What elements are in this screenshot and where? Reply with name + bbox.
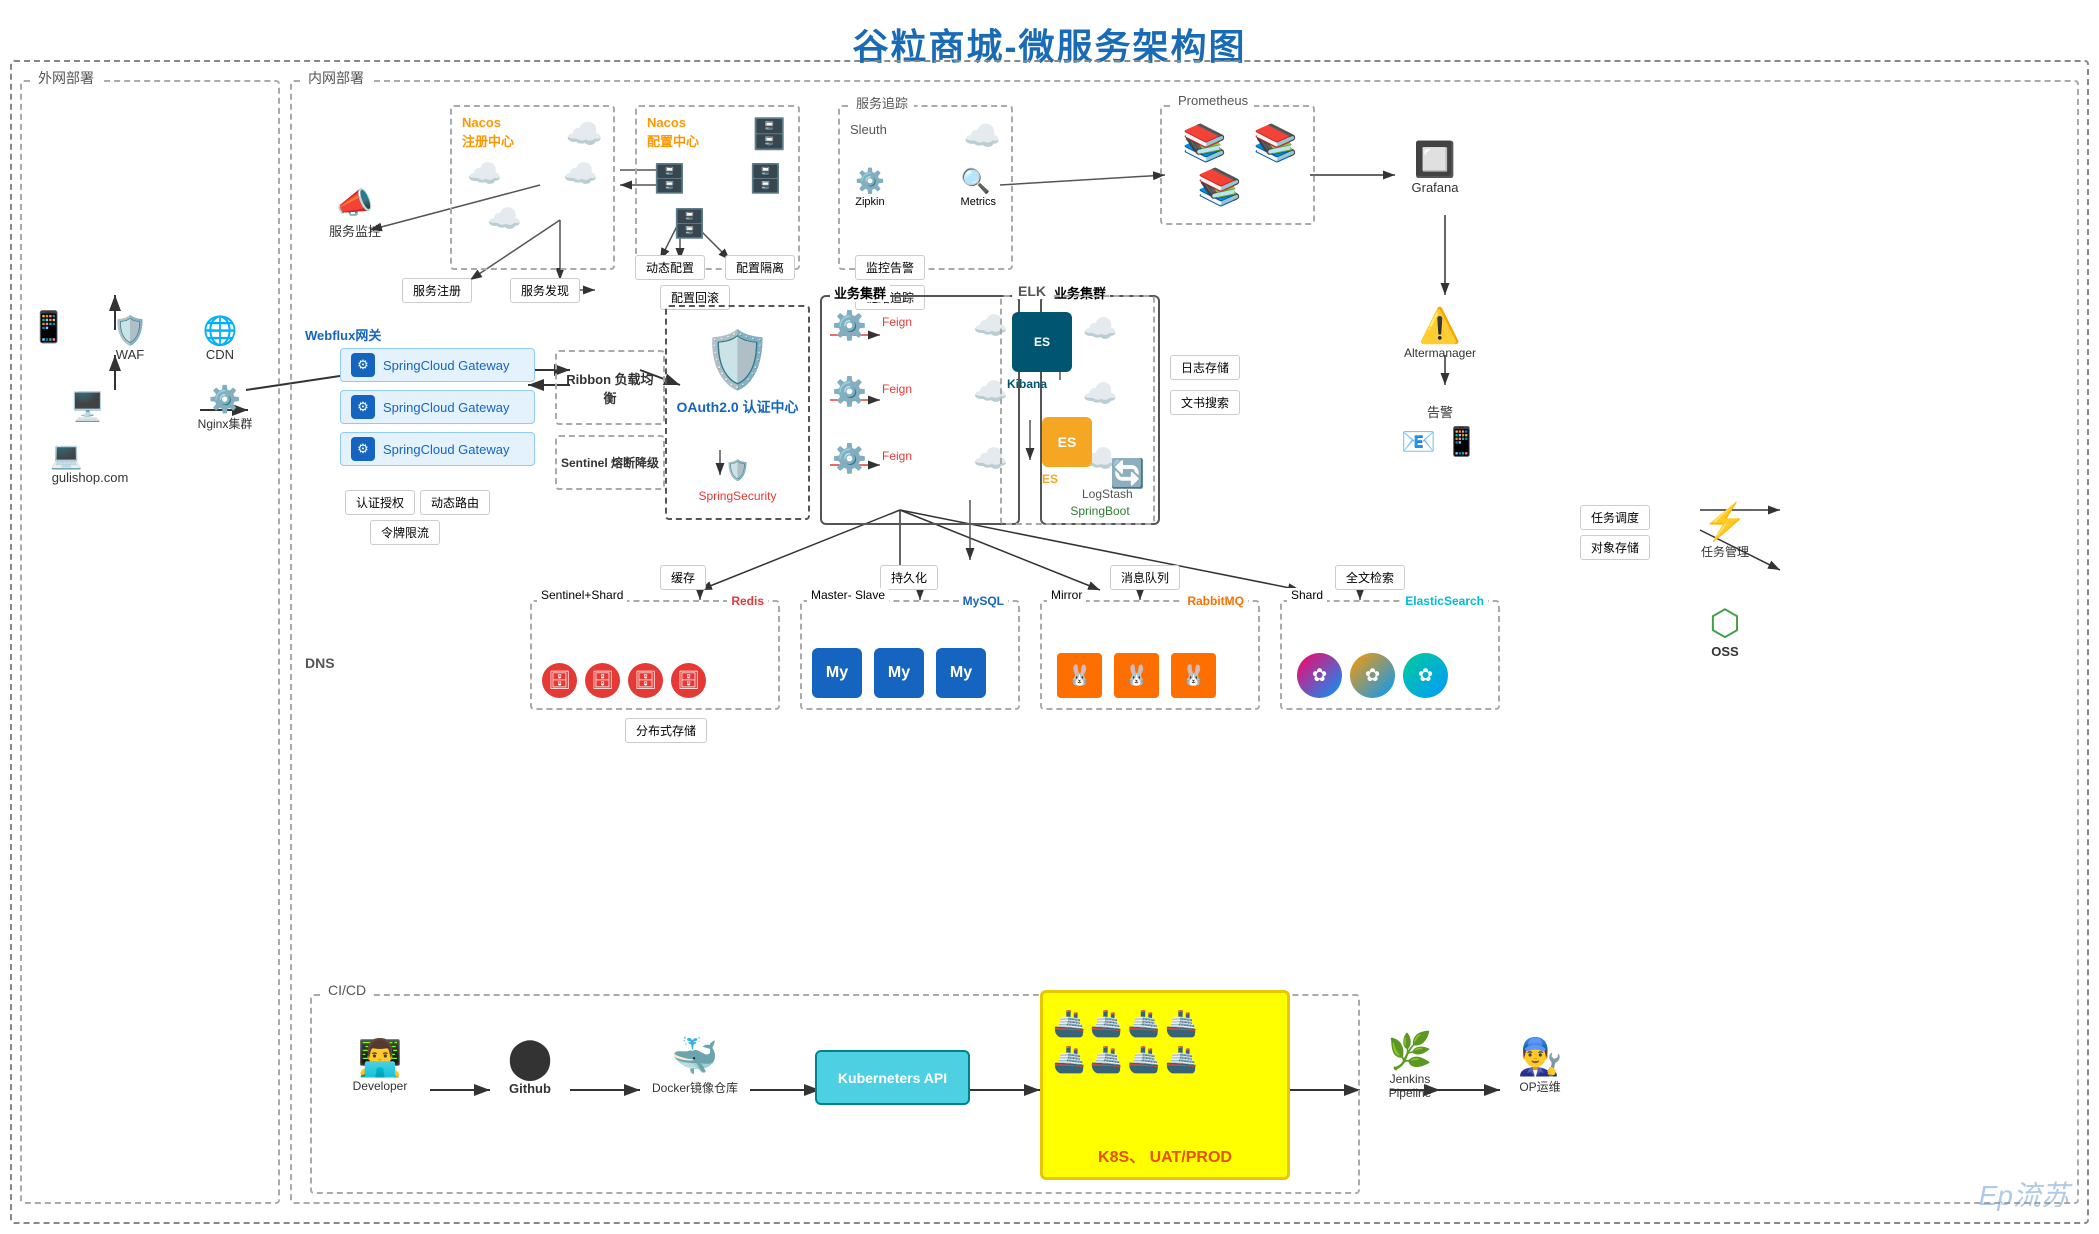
- grafana-box: 🔲 Grafana: [1395, 130, 1475, 205]
- elk-area: ELK ES Kibana ES ES LogStash 🔄: [1000, 295, 1155, 525]
- spring-security-label: SpringSecurity: [667, 489, 808, 503]
- dist-storage-box: 分布式存储: [625, 718, 707, 743]
- cdn-box: 🌐 CDN: [185, 305, 255, 370]
- object-storage-box: 对象存储: [1580, 535, 1650, 560]
- task-schedule-box: 任务调度: [1580, 505, 1650, 530]
- business-cluster-outer: 业务集群 Feign ⚙️ ☁️ Feign ⚙️ ☁️ Feign ⚙️ ☁️: [820, 295, 1020, 525]
- developer-box: 👨‍💻 Developer: [340, 1020, 420, 1110]
- grafana-label: Grafana: [1412, 180, 1459, 195]
- redis-area: Sentinel+Shard Redis 🗄 🗄 🗄 🗄: [530, 600, 780, 710]
- nginx-box: ⚙️ Nginx集群: [185, 375, 265, 440]
- mobile-icon: 📱: [30, 310, 67, 345]
- monitor-icon: 🖥️: [70, 390, 105, 423]
- cicd-label: CI/CD: [322, 982, 372, 998]
- mq-label: 消息队列: [1110, 565, 1180, 590]
- altermanager-box: ⚠️ Altermanager: [1395, 295, 1485, 370]
- gulishop-label: gulishop.com: [50, 470, 130, 485]
- monitor-alert-box: 监控告警: [855, 255, 925, 280]
- gateway-box-2[interactable]: ⚙ SpringCloud Gateway: [340, 390, 535, 424]
- alert-area: 告警 📧 📱: [1370, 390, 1510, 470]
- auth-grant-box: 认证授权: [345, 490, 415, 515]
- service-discover-box: 服务发现: [510, 278, 580, 303]
- nginx-label: Nginx集群: [198, 415, 253, 432]
- watermark: Ep流苏: [1979, 1174, 2069, 1214]
- prometheus-area: Prometheus 📚 📚 📚: [1160, 105, 1315, 225]
- gateway-3-label: SpringCloud Gateway: [383, 442, 509, 457]
- cache-label: 缓存: [660, 565, 706, 590]
- rabbitmq-area: Mirror RabbitMQ 🐰 🐰 🐰: [1040, 600, 1260, 710]
- jenkins-box: 🌿 Jenkins Pipeline: [1370, 1020, 1450, 1110]
- zone-external: 外网部署: [20, 80, 280, 1204]
- elasticsearch-area: Shard ElasticSearch ✿ ✿ ✿: [1280, 600, 1500, 710]
- service-monitor-label: 服务监控: [329, 221, 381, 240]
- zone-external-label: 外网部署: [32, 68, 100, 88]
- sentinel-box: Sentinel 熔断降级: [555, 435, 665, 490]
- service-monitor-box: 📣 服务监控: [305, 175, 405, 250]
- laptop-icon: 💻: [50, 440, 82, 471]
- zone-internal-label: 内网部署: [302, 68, 370, 88]
- log-store-box: 日志存储: [1170, 355, 1240, 380]
- k8s-box: K8S、 UAT/PROD 🚢 🚢 🚢 🚢 🚢 🚢 🚢 🚢: [1040, 990, 1290, 1180]
- service-trace-area: 服务追踪 Sleuth ☁️ ⚙️ Zipkin 🔍 Metrics: [838, 105, 1013, 270]
- nacos-config-area: Nacos 配置中心 🗄️ 🗄️ 🗄️ 🗄️: [635, 105, 800, 270]
- mysql-area: Master- Slave MySQL My My My: [800, 600, 1020, 710]
- altermanager-label: Altermanager: [1404, 346, 1476, 360]
- fulltext-search-elk-box: 文书搜索: [1170, 390, 1240, 415]
- docker-box: 🐳 Docker镜像仓库: [645, 1020, 745, 1110]
- gateway-2-label: SpringCloud Gateway: [383, 400, 509, 415]
- github-box: ⬤ Github: [490, 1020, 570, 1110]
- service-register-box: 服务注册: [402, 278, 472, 303]
- cdn-label: CDN: [206, 347, 234, 362]
- oauth-area: 🛡️ OAuth2.0 认证中心 SpringSecurity 🛡️: [665, 305, 810, 520]
- waf-label: WAF: [116, 347, 144, 362]
- dynamic-route-box: 动态路由: [420, 490, 490, 515]
- task-manager-box: ⚡ 任务管理: [1680, 490, 1770, 570]
- gateway-1-label: SpringCloud Gateway: [383, 358, 509, 373]
- oss-box: ⬡ OSS: [1680, 590, 1770, 670]
- ribbon-box: Ribbon 负载均衡: [555, 350, 665, 425]
- waf-box: 🛡️ WAF: [95, 305, 165, 370]
- nacos-registry-area: Nacos 注册中心 ☁️ ☁️ ☁️ ☁️: [450, 105, 615, 270]
- webflux-label: Webflux网关: [305, 325, 381, 344]
- gateway-box-1[interactable]: ⚙ SpringCloud Gateway: [340, 348, 535, 382]
- token-limit-box: 令牌限流: [370, 520, 440, 545]
- fulltext-label: 全文检索: [1335, 565, 1405, 590]
- config-isolation-box: 配置隔离: [725, 255, 795, 280]
- kubernetes-api-box: Kuberneters API: [815, 1050, 970, 1105]
- dynamic-config-box: 动态配置: [635, 255, 705, 280]
- gateway-box-3[interactable]: ⚙ SpringCloud Gateway: [340, 432, 535, 466]
- dns-label: DNS: [305, 655, 335, 671]
- persist-label: 持久化: [880, 565, 938, 590]
- op-box: 👨‍🔧 OP运维: [1500, 1020, 1580, 1110]
